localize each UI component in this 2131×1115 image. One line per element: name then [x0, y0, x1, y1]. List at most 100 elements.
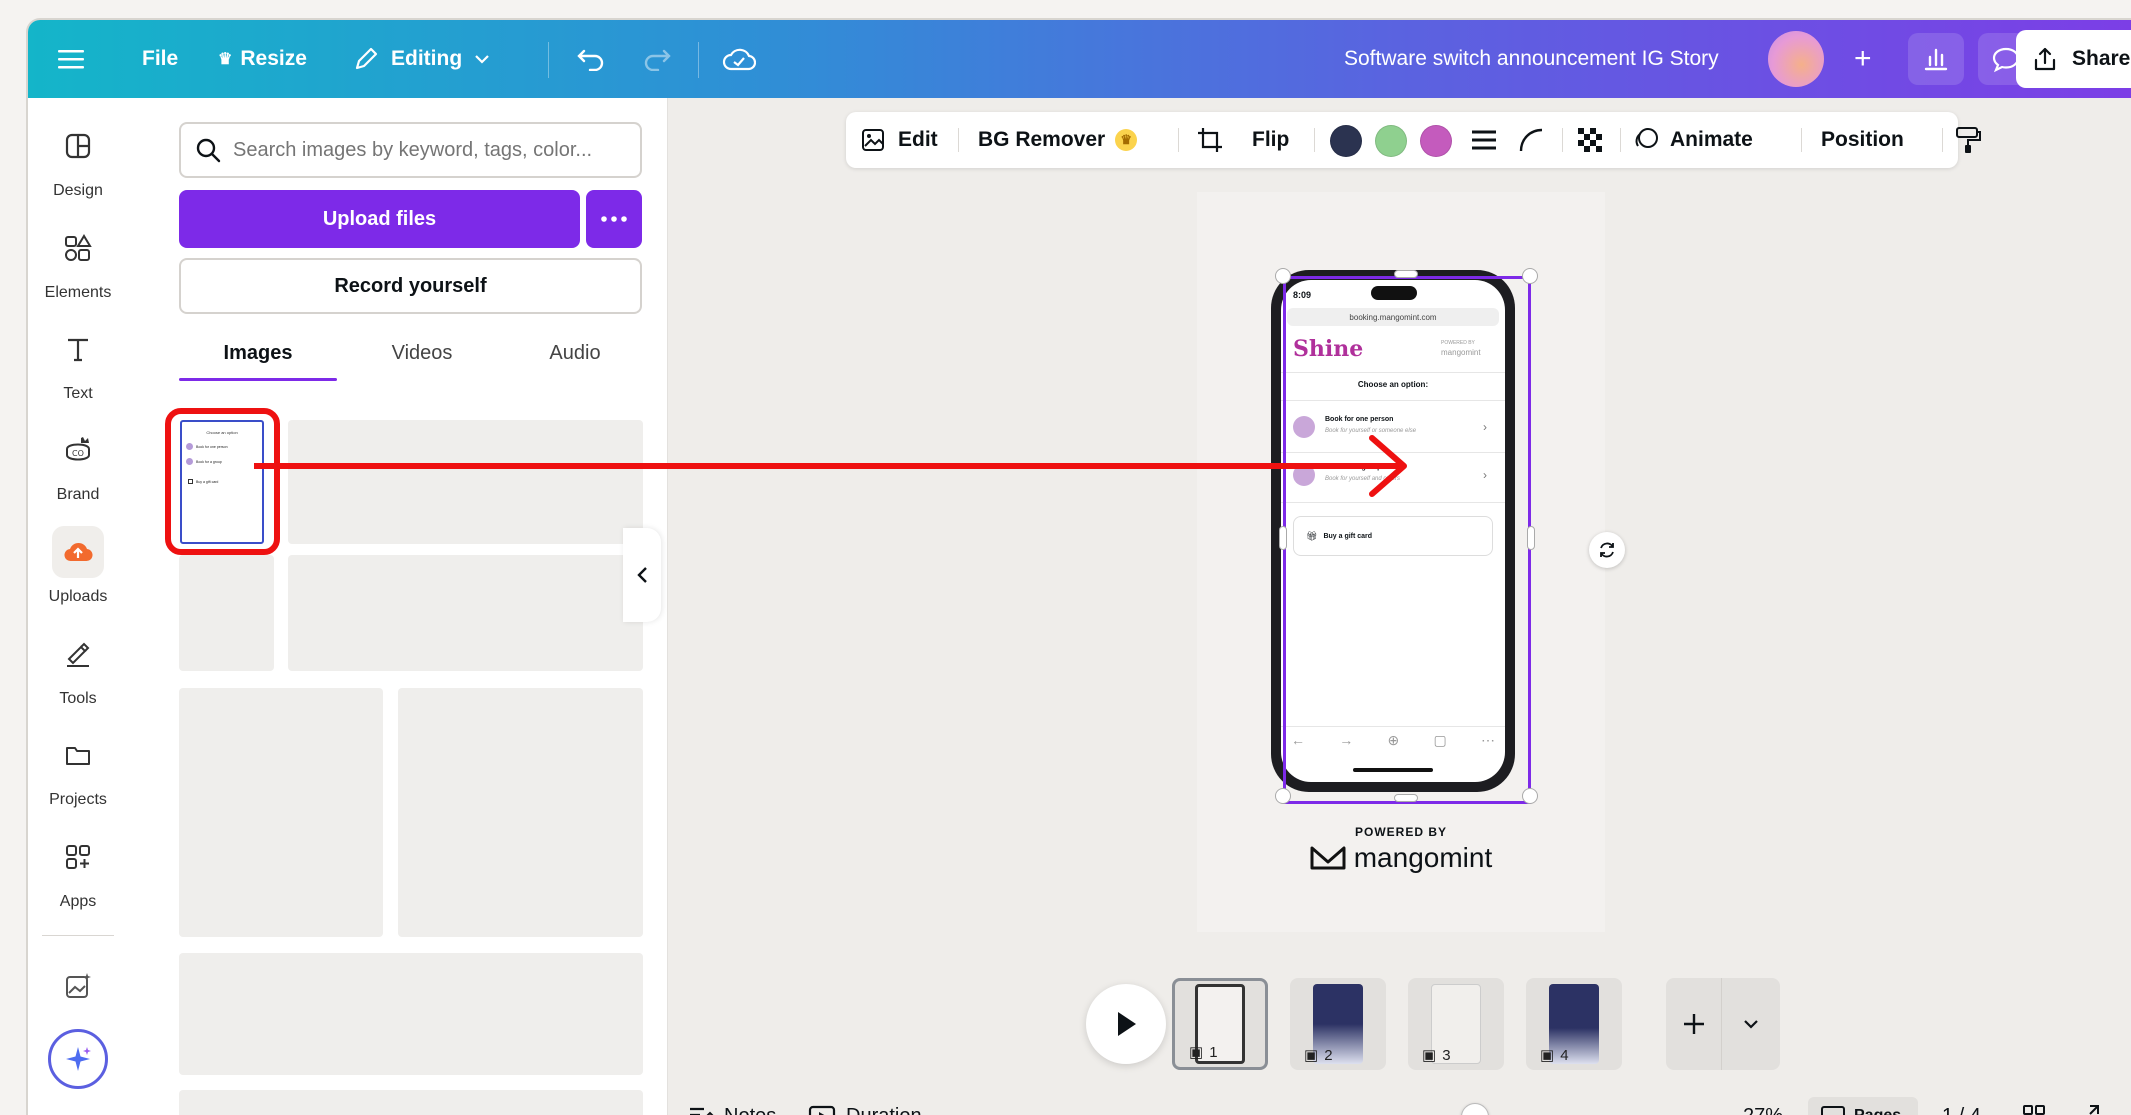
rotate-icon[interactable] [1589, 532, 1625, 568]
rail-label: Text [63, 385, 93, 402]
collapse-panel-button[interactable] [623, 528, 661, 622]
video-icon: ▣ [1422, 1047, 1437, 1064]
add-collaborator-button[interactable]: + [1854, 20, 1872, 98]
rail-item-brand[interactable]: CO Brand [28, 414, 128, 514]
rail-item-apps[interactable]: Apps [28, 821, 128, 921]
record-label: Record yourself [334, 274, 487, 297]
chevron-down-icon [1744, 1020, 1758, 1029]
design-title[interactable]: Software switch announcement IG Story [1344, 20, 1719, 98]
border-style-icon[interactable] [1470, 112, 1498, 168]
image-placeholder[interactable] [179, 555, 274, 671]
file-menu[interactable]: File [142, 20, 178, 98]
more-icon [601, 216, 627, 222]
insights-button[interactable] [1908, 33, 1964, 85]
folder-icon [52, 729, 104, 781]
rail-item-uploads[interactable]: Uploads [28, 516, 128, 616]
position-button[interactable]: Position [1821, 112, 1904, 168]
duration-button[interactable]: Duration [808, 1097, 922, 1115]
flip-button[interactable]: Flip [1252, 112, 1289, 168]
rail-label: Elements [44, 284, 112, 301]
rail-label: Uploads [48, 588, 108, 605]
tab-videos[interactable]: Videos [359, 326, 485, 380]
rail-item-text[interactable]: Text [28, 313, 128, 413]
resize-button[interactable]: ♛ Resize [218, 20, 307, 98]
powered-by-text: POWERED BY [1354, 825, 1447, 839]
share-label: Share [2072, 47, 2131, 70]
resize-handle[interactable] [1275, 268, 1291, 284]
crop-icon[interactable] [1196, 112, 1224, 168]
resize-handle[interactable] [1275, 788, 1291, 804]
animate-button[interactable]: Animate [1632, 112, 1753, 168]
add-page-button[interactable] [1666, 978, 1722, 1070]
share-button[interactable]: Share [2016, 30, 2131, 88]
pages-button[interactable]: Pages [1808, 1097, 1918, 1115]
resize-handle[interactable] [1522, 268, 1538, 284]
image-placeholder[interactable] [398, 688, 643, 937]
notes-button[interactable]: Notes [688, 1097, 776, 1115]
fullscreen-icon[interactable] [2076, 1097, 2100, 1115]
duration-icon [808, 1105, 836, 1115]
tools-icon [52, 628, 104, 680]
rail-item-ai-image[interactable] [28, 951, 128, 1021]
add-page-dropdown[interactable] [1722, 978, 1780, 1070]
page-thumbnail-1[interactable]: ▣ 1 [1172, 978, 1268, 1070]
avatar[interactable] [1768, 31, 1824, 87]
resize-handle[interactable] [1527, 526, 1535, 550]
chevron-left-icon [637, 567, 647, 583]
edit-button[interactable]: Edit [860, 112, 938, 168]
resize-handle[interactable] [1394, 270, 1418, 278]
file-label: File [142, 47, 179, 70]
color-swatch[interactable] [1375, 125, 1407, 157]
resize-handle[interactable] [1522, 788, 1538, 804]
image-placeholder[interactable] [288, 420, 643, 544]
upload-cloud-icon [52, 526, 104, 578]
design-icon [52, 120, 104, 172]
grid-view-icon[interactable] [2022, 1097, 2046, 1115]
resize-label: Resize [240, 47, 307, 70]
highlight-box [165, 408, 280, 555]
zoom-level[interactable]: 27% [1743, 1097, 1783, 1115]
rail-item-elements[interactable]: Elements [28, 212, 128, 312]
color-swatch[interactable] [1330, 125, 1362, 157]
rail-label: Projects [49, 791, 107, 808]
rail-item-projects[interactable]: Projects [28, 719, 128, 819]
undo-icon[interactable] [576, 20, 606, 98]
tab-images[interactable]: Images [179, 326, 337, 380]
search-input[interactable] [233, 138, 623, 162]
image-placeholder[interactable] [179, 953, 643, 1075]
page-thumbnail-4[interactable]: ▣ 4 [1526, 978, 1622, 1070]
cloud-saved-icon[interactable] [722, 20, 756, 98]
color-swatch[interactable] [1420, 125, 1452, 157]
image-placeholder[interactable] [179, 1090, 643, 1115]
menu-icon[interactable] [58, 20, 84, 98]
rail-item-design[interactable]: Design [28, 110, 128, 210]
magic-assistant-button[interactable] [48, 1029, 108, 1089]
add-page-control [1666, 978, 1780, 1070]
editing-label: Editing [391, 47, 463, 70]
more-options-button[interactable] [586, 190, 642, 248]
page-thumbnail-3[interactable]: ▣ 3 [1408, 978, 1504, 1070]
search-field[interactable] [179, 122, 642, 178]
corner-rounding-icon[interactable] [1518, 112, 1544, 168]
editing-dropdown[interactable]: Editing [353, 20, 490, 98]
redo-icon[interactable] [642, 20, 672, 98]
page-thumbnail-2[interactable]: ▣ 2 [1290, 978, 1386, 1070]
page-number: ▣ 1 [1189, 1043, 1218, 1062]
record-yourself-button[interactable]: Record yourself [179, 258, 642, 314]
resize-handle[interactable] [1394, 794, 1418, 802]
bg-remover-button[interactable]: BG Remover ♛ [978, 112, 1138, 168]
tab-audio[interactable]: Audio [512, 326, 638, 380]
top-bar: File ♛ Resize Editing Software switch an… [28, 20, 2131, 98]
page-number: ▣ 4 [1540, 1046, 1569, 1065]
context-toolbar: Edit BG Remover ♛ Flip Animate Position [846, 112, 1981, 168]
play-button[interactable] [1086, 984, 1166, 1064]
active-tab-indicator [179, 378, 337, 381]
upload-files-button[interactable]: Upload files [179, 190, 580, 248]
crown-icon: ♛ [218, 51, 233, 68]
rail-item-tools[interactable]: Tools [28, 618, 128, 718]
image-placeholder[interactable] [179, 688, 383, 937]
resize-handle[interactable] [1279, 526, 1287, 550]
copy-style-icon[interactable] [1942, 112, 1982, 168]
transparency-icon[interactable] [1576, 112, 1604, 168]
image-placeholder[interactable] [288, 555, 643, 671]
